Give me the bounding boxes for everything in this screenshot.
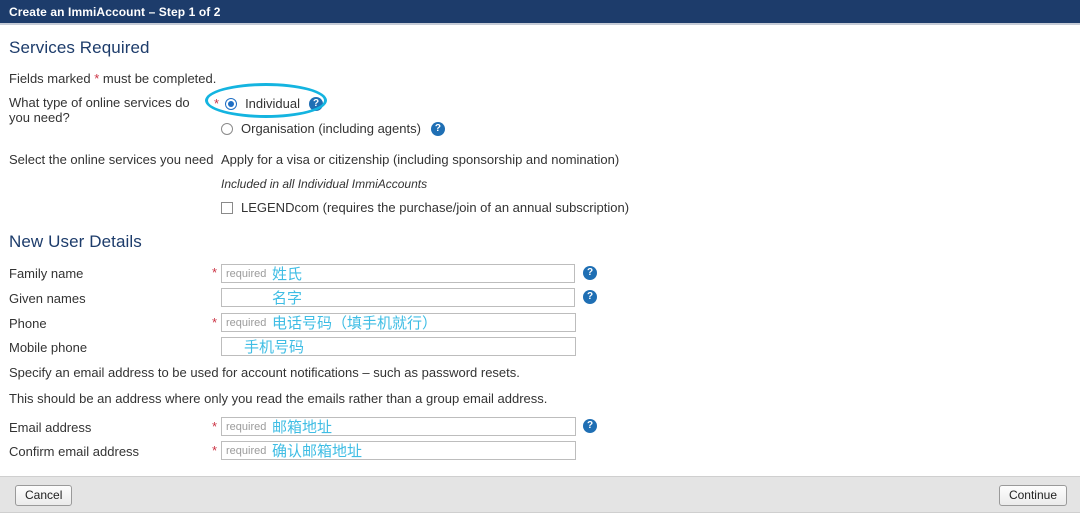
help-icon[interactable]: ? xyxy=(583,419,597,433)
required-fields-note-suffix: must be completed. xyxy=(99,71,217,86)
email-address-input[interactable] xyxy=(221,417,576,436)
individual-radio-input[interactable] xyxy=(225,97,238,110)
required-fields-note: Fields marked * must be completed. xyxy=(9,71,216,86)
window-title: Create an ImmiAccount – Step 1 of 2 xyxy=(9,4,221,19)
mobile-phone-label: Mobile phone xyxy=(9,340,88,355)
phone-label: Phone xyxy=(9,316,47,331)
select-services-label: Select the online services you need xyxy=(9,152,214,167)
form-action-bar: Cancel Continue xyxy=(0,476,1080,513)
given-names-input[interactable] xyxy=(221,288,575,307)
required-fields-note-prefix: Fields marked xyxy=(9,71,95,86)
service-type-question-label: What type of online services do you need… xyxy=(9,95,190,125)
email-note-secondary: This should be an address where only you… xyxy=(9,391,548,406)
confirm-email-address-input[interactable] xyxy=(221,441,576,460)
legendcom-checkbox-label: LEGENDcom (requires the purchase/join of… xyxy=(241,200,630,215)
help-icon[interactable]: ? xyxy=(430,121,445,136)
continue-button[interactable]: Continue xyxy=(998,485,1067,506)
help-icon[interactable]: ? xyxy=(583,266,597,280)
help-icon[interactable]: ? xyxy=(309,96,323,111)
individual-required-asterisk: * xyxy=(214,96,220,111)
included-service-note: Included in all Individual ImmiAccounts xyxy=(221,177,428,191)
family-name-input[interactable] xyxy=(221,264,575,283)
form-content: Services Required Fields marked * must b… xyxy=(0,25,1080,474)
cancel-button[interactable]: Cancel xyxy=(15,485,73,506)
window-titlebar: Create an ImmiAccount – Step 1 of 2 xyxy=(0,0,1080,23)
mobile-phone-input[interactable] xyxy=(221,337,576,356)
family-name-required-asterisk: * xyxy=(212,265,218,280)
email-required-asterisk: * xyxy=(212,419,218,434)
radio-option-organisation[interactable]: Organisation (including agents) ? xyxy=(221,121,445,136)
legendcom-checkbox-input[interactable] xyxy=(221,201,233,214)
organisation-radio-label: Organisation (including agents) xyxy=(241,121,421,136)
confirm-email-required-asterisk: * xyxy=(212,443,218,458)
services-required-heading: Services Required xyxy=(9,38,150,57)
given-names-label: Given names xyxy=(9,291,86,306)
organisation-radio-input[interactable] xyxy=(221,122,233,135)
email-note-primary: Specify an email address to be used for … xyxy=(9,365,520,380)
included-service-text: Apply for a visa or citizenship (includi… xyxy=(221,152,620,167)
checkbox-option-legendcom[interactable]: LEGENDcom (requires the purchase/join of… xyxy=(221,200,629,215)
new-user-details-heading: New User Details xyxy=(9,232,142,251)
help-icon[interactable]: ? xyxy=(583,290,597,304)
phone-required-asterisk: * xyxy=(212,315,218,330)
individual-radio-label: Individual xyxy=(245,96,300,111)
phone-input[interactable] xyxy=(221,313,576,332)
confirm-email-address-label: Confirm email address xyxy=(9,444,140,459)
email-address-label: Email address xyxy=(9,420,92,435)
radio-option-individual[interactable]: * Individual ? xyxy=(214,96,323,111)
family-name-label: Family name xyxy=(9,266,84,281)
